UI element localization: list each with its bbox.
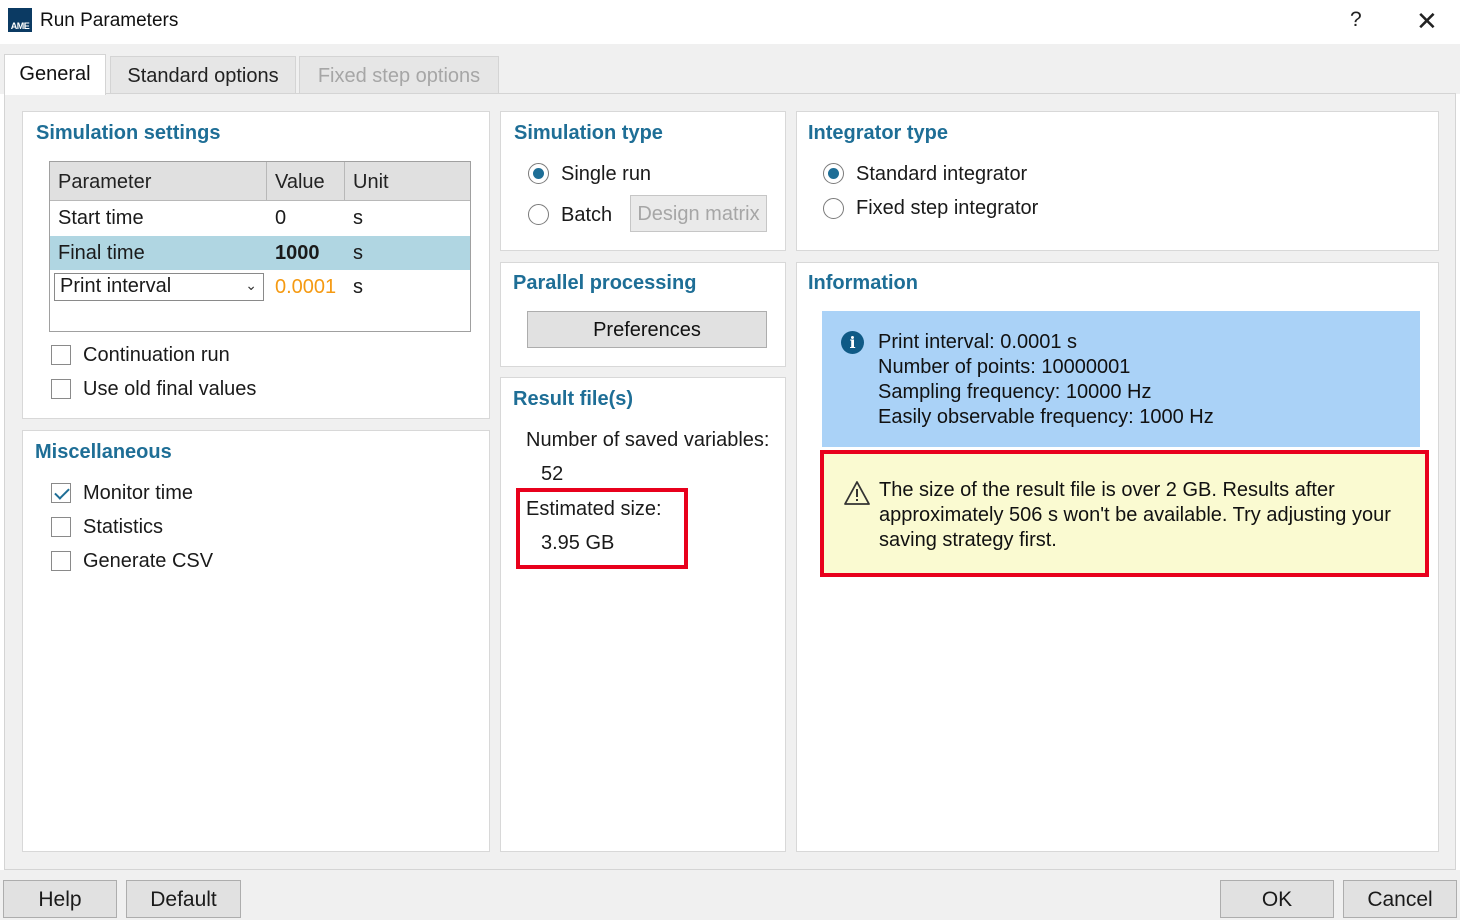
fixed-step-integrator-radio[interactable] [823,198,844,219]
print-interval-dropdown[interactable]: Print interval ⌄ [54,273,264,301]
warning-icon [844,481,870,505]
title-bar: AME Run Parameters ? ✕ [0,0,1460,44]
app-icon: AME [8,8,32,32]
saved-variables-value: 52 [541,463,564,485]
table-row-final-time[interactable]: Final time 1000 s [50,236,470,270]
design-matrix-button: Design matrix [630,195,767,232]
statistics-checkbox[interactable] [51,517,71,537]
monitor-time-checkbox[interactable] [51,483,71,503]
warning-line-2: approximately 506 s won't be available. … [879,504,1391,526]
continuation-run-label[interactable]: Continuation run [83,344,230,367]
default-button[interactable]: Default [126,880,241,918]
saved-variables-label: Number of saved variables: [526,429,770,451]
warning-message-box: The size of the result file is over 2 GB… [820,450,1429,577]
param-name: Start time [58,207,144,229]
simulation-settings-title: Simulation settings [36,122,221,144]
parallel-processing-title: Parallel processing [513,272,697,294]
warning-line-3: saving strategy first. [879,529,1057,551]
param-unit: s [353,207,363,229]
info-line-observable-frequency: Easily observable frequency: 1000 Hz [878,406,1214,428]
ok-button[interactable]: OK [1220,880,1334,918]
param-value[interactable]: 0.0001 [275,276,336,299]
use-old-final-values-checkbox[interactable] [51,379,71,399]
result-files-title: Result file(s) [513,388,634,410]
help-icon[interactable]: ? [1350,8,1362,32]
batch-radio[interactable] [528,204,549,225]
close-icon[interactable]: ✕ [1416,6,1438,37]
column-header-parameter[interactable]: Parameter [50,162,267,201]
batch-label[interactable]: Batch [561,204,612,227]
param-unit: s [353,276,363,298]
info-line-print-interval: Print interval: 0.0001 s [878,331,1077,353]
column-header-value[interactable]: Value [267,162,345,201]
generate-csv-checkbox[interactable] [51,551,71,571]
chevron-down-icon: ⌄ [245,277,257,293]
info-line-number-of-points: Number of points: 10000001 [878,356,1131,378]
tab-fixed-step-options: Fixed step options [299,56,499,94]
simulation-type-title: Simulation type [514,122,663,144]
information-title: Information [808,272,918,294]
preferences-button[interactable]: Preferences [527,311,767,348]
info-message-box: i Print interval: 0.0001 s Number of poi… [822,311,1420,447]
dropdown-value: Print interval [60,275,172,297]
param-unit: s [353,242,363,264]
fixed-step-integrator-label[interactable]: Fixed step integrator [856,197,1038,220]
continuation-run-checkbox[interactable] [51,345,71,365]
monitor-time-label[interactable]: Monitor time [83,482,193,505]
generate-csv-label[interactable]: Generate CSV [83,550,213,573]
standard-integrator-label[interactable]: Standard integrator [856,163,1027,186]
param-value[interactable]: 0 [275,207,286,230]
miscellaneous-title: Miscellaneous [35,441,172,463]
table-row-print-interval[interactable]: Print interval ⌄ 0.0001 s [50,270,470,304]
standard-integrator-radio[interactable] [823,163,844,184]
param-value[interactable]: 1000 [275,242,320,265]
info-line-sampling-frequency: Sampling frequency: 10000 Hz [878,381,1152,403]
estimated-size-highlight [516,488,688,569]
tab-standard-options[interactable]: Standard options [110,56,296,94]
help-button[interactable]: Help [3,880,117,918]
use-old-final-values-label[interactable]: Use old final values [83,378,256,401]
window-title: Run Parameters [40,10,179,31]
cancel-button[interactable]: Cancel [1343,880,1457,918]
info-icon: i [841,331,864,354]
single-run-label[interactable]: Single run [561,163,651,186]
statistics-label[interactable]: Statistics [83,516,163,539]
column-header-unit[interactable]: Unit [345,162,470,201]
param-name: Final time [58,242,145,264]
tab-general[interactable]: General [4,54,106,95]
table-row-start-time[interactable]: Start time 0 s [50,201,470,235]
integrator-type-title: Integrator type [808,122,949,144]
parameter-table: Parameter Value Unit Start time 0 s Fina… [49,161,471,332]
single-run-radio[interactable] [528,163,549,184]
warning-line-1: The size of the result file is over 2 GB… [879,479,1335,501]
